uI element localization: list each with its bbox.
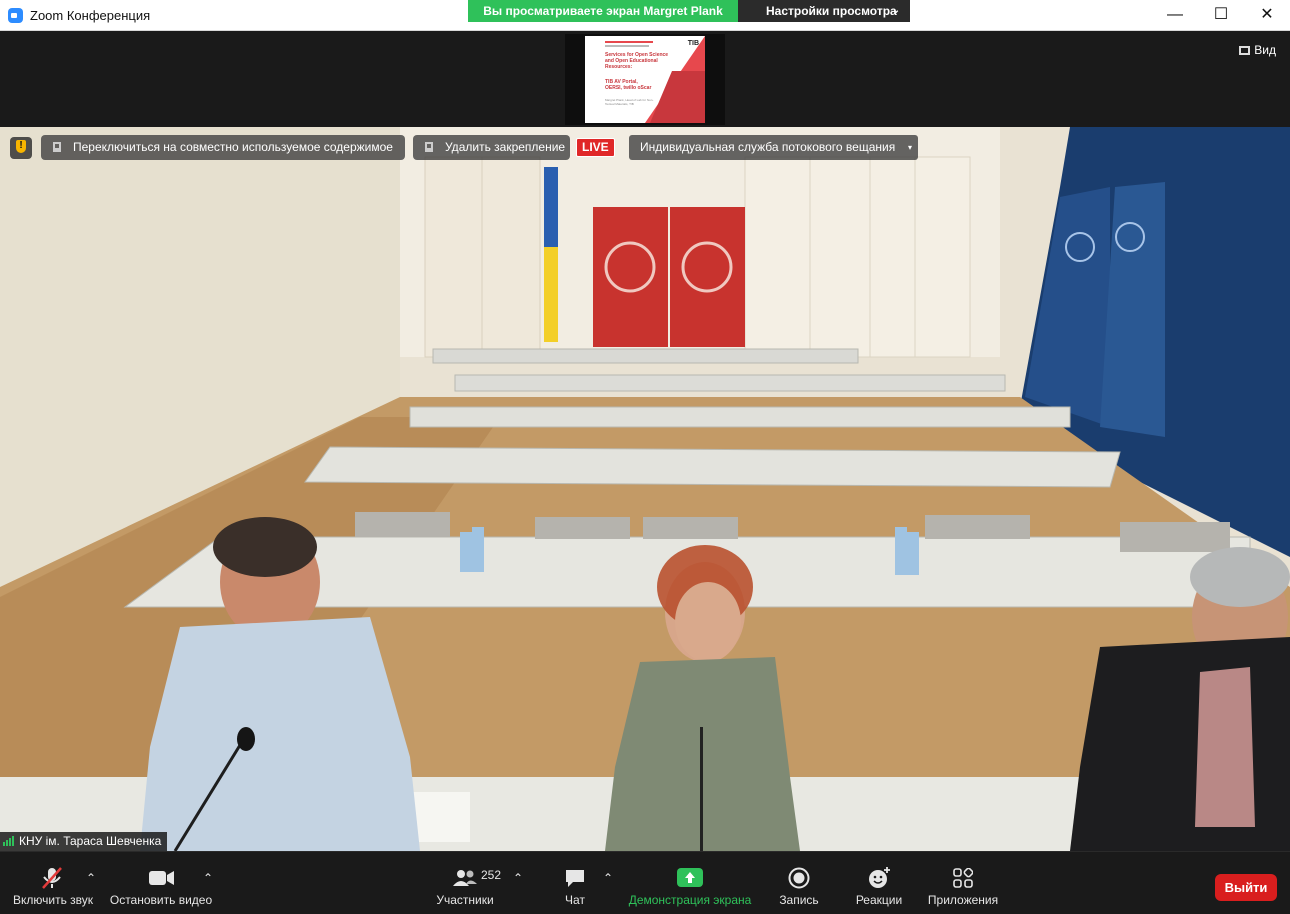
chat-bubble-icon — [566, 870, 584, 887]
video-camera-icon — [149, 871, 174, 885]
zoom-app-icon — [8, 8, 23, 23]
share-screen-button[interactable]: Демонстрация экрана — [626, 852, 754, 914]
shared-screen-thumbnail[interactable]: TIB Services for Open Science and Open E… — [565, 34, 725, 125]
view-button-label: Вид — [1254, 43, 1276, 57]
presentation-slide: TIB Services for Open Science and Open E… — [585, 36, 705, 123]
stop-video-button[interactable]: Остановить видео — [108, 852, 214, 914]
meeting-controls-toolbar: Включить звук ⌃ Остановить видео ⌃ Участ… — [0, 851, 1290, 914]
stop-video-label: Остановить видео — [109, 893, 213, 907]
zoom-meeting-window: Zoom Конференция Вы просматриваете экран… — [0, 0, 1290, 914]
view-button[interactable]: Вид — [1239, 43, 1276, 57]
connection-signal-icon — [3, 833, 15, 851]
switch-to-shared-content-button[interactable]: Переключиться на совместно используемое … — [41, 135, 405, 160]
emoji-reaction-icon — [869, 867, 890, 888]
conference-room-scene — [0, 127, 1290, 851]
apps-button[interactable]: Приложения — [924, 852, 1002, 914]
chevron-down-icon: ⌄ — [891, 5, 900, 16]
apps-grid-icon — [953, 868, 973, 888]
reactions-button[interactable]: Реакции — [852, 852, 906, 914]
participants-label: Участники — [436, 893, 494, 907]
view-options-label: Настройки просмотра — [766, 4, 897, 18]
close-button[interactable]: ✕ — [1244, 0, 1290, 31]
participants-icon — [453, 870, 477, 886]
chat-label: Чат — [565, 893, 585, 907]
audio-options-caret[interactable]: ⌃ — [86, 871, 96, 885]
chat-button[interactable]: Чат — [548, 852, 602, 914]
slide-subtitle: TIB AV Portal, OERSI, twillo oScar — [605, 79, 652, 91]
participants-count: 252 — [481, 868, 502, 882]
leave-meeting-button[interactable]: Выйти — [1215, 874, 1277, 901]
participants-options-caret[interactable]: ⌃ — [513, 871, 523, 885]
participant-name-tag: КНУ ім. Тараса Шевченка — [0, 832, 168, 851]
maximize-button[interactable]: ☐ — [1198, 0, 1244, 31]
unmute-label: Включить звук — [12, 893, 94, 907]
slide-gray-line — [605, 45, 649, 47]
shared-screen-strip: TIB Services for Open Science and Open E… — [0, 31, 1290, 127]
grid-icon — [1239, 46, 1251, 55]
apps-label: Приложения — [927, 893, 999, 907]
participants-button[interactable]: Участники — [430, 852, 500, 914]
muted-microphone-icon — [42, 867, 62, 889]
chat-options-caret[interactable]: ⌃ — [603, 871, 613, 885]
pin-icon — [53, 142, 61, 152]
live-badge[interactable]: LIVE — [576, 138, 615, 157]
participant-name: КНУ ім. Тараса Шевченка — [19, 834, 162, 848]
minimize-button[interactable]: — — [1152, 0, 1198, 31]
record-label: Запись — [779, 893, 819, 907]
streaming-service-label: Индивидуальная служба потокового вещания — [640, 140, 896, 154]
slide-accent-line — [605, 41, 653, 43]
streaming-service-dropdown[interactable]: Индивидуальная служба потокового вещания… — [629, 135, 918, 160]
share-screen-icon — [677, 868, 703, 887]
share-screen-label: Демонстрация экрана — [628, 893, 752, 907]
window-title: Zoom Конференция — [30, 8, 151, 23]
record-button[interactable]: Запись — [772, 852, 826, 914]
dropdown-caret-icon: ▾ — [907, 143, 912, 152]
slide-author: Margret Plank, Head of Lab for Non-Textu… — [605, 98, 654, 106]
security-shield-icon[interactable] — [10, 137, 32, 159]
video-options-caret[interactable]: ⌃ — [203, 871, 213, 885]
switch-content-label: Переключиться на совместно используемое … — [73, 140, 393, 154]
unpin-label: Удалить закрепление — [445, 140, 566, 154]
slide-logo: TIB — [687, 40, 699, 47]
record-icon — [788, 867, 810, 889]
window-titlebar: Zoom Конференция Вы просматриваете экран… — [0, 0, 1290, 31]
unpin-icon — [425, 142, 433, 152]
reactions-label: Реакции — [855, 893, 903, 907]
unpin-video-button[interactable]: Удалить закрепление — [413, 135, 570, 160]
slide-title: Services for Open Science and Open Educa… — [605, 52, 669, 70]
screen-share-banner: Вы просматриваете экран Margret Plank — [468, 0, 738, 22]
view-options-dropdown[interactable]: Настройки просмотра ⌄ — [738, 0, 910, 22]
active-speaker-video: Переключиться на совместно используемое … — [0, 127, 1290, 851]
